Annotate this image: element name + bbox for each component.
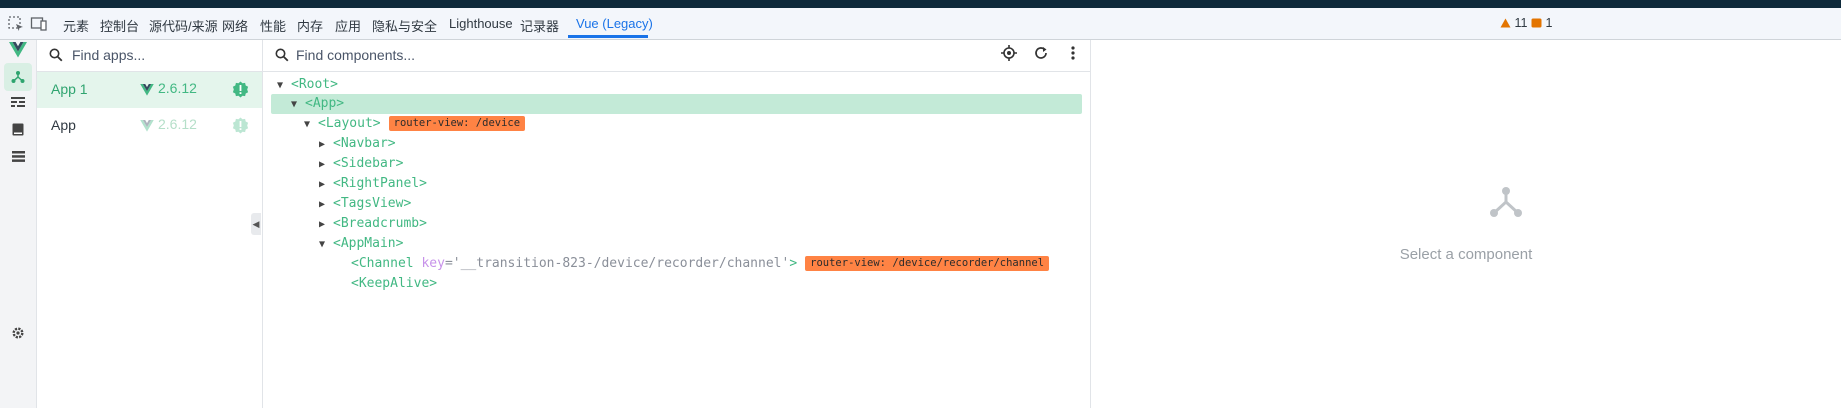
tab-network[interactable]: 网络: [222, 16, 248, 35]
app-version: 2.6.12: [158, 80, 197, 96]
component-label: <KeepAlive>: [351, 276, 438, 291]
app-name: App: [51, 117, 76, 133]
device-toolbar-icon[interactable]: [30, 15, 48, 33]
apps-search-placeholder: Find apps...: [72, 47, 146, 63]
expand-arrow-icon[interactable]: ▶: [319, 135, 333, 155]
component-label: <AppMain>: [333, 236, 404, 251]
components-tree-icon[interactable]: [8, 67, 28, 87]
warnings-count: 11: [1514, 16, 1528, 30]
apps-panel: Find apps... App 1 2.6.12 App 2.6.12: [37, 40, 263, 408]
components-panel: Find components... ▼ <Root> ▼ <App> ▼ <Layo…: [263, 40, 1091, 408]
tree-node-appmain[interactable]: ▼ <AppMain>: [319, 234, 403, 254]
tag-close: >: [789, 256, 798, 271]
search-icon: [49, 48, 63, 67]
component-label: <TagsView>: [333, 196, 412, 211]
timeline-icon[interactable]: [8, 93, 28, 113]
tree-node-channel[interactable]: <Channel key='__transition-823-/device/r…: [351, 254, 1050, 274]
app-list-item[interactable]: App 1 2.6.12: [37, 72, 262, 108]
empty-inspector-message: Select a component: [1399, 246, 1533, 263]
select-component-target-icon[interactable]: [1000, 44, 1018, 62]
vue-logo-icon: [8, 40, 28, 60]
tree-node-sidebar[interactable]: ▶ <Sidebar>: [319, 154, 403, 174]
app-version: 2.6.12: [158, 116, 197, 132]
component-label: <Channel: [351, 256, 414, 271]
search-icon: [275, 48, 289, 67]
warning-icon: [1500, 18, 1511, 28]
inspector-panel: Select a component: [1091, 40, 1841, 408]
active-tab-indicator: [568, 35, 648, 38]
component-label: <App>: [305, 96, 345, 111]
devtools-tabbar: 元素 控制台 源代码/来源 网络 性能 内存 应用 隐私与安全 Lighthou…: [0, 8, 1841, 40]
expand-arrow-icon[interactable]: ▼: [277, 76, 291, 96]
tab-lighthouse[interactable]: Lighthouse: [449, 16, 513, 31]
tab-recorder[interactable]: 记录器: [520, 16, 559, 35]
warnings-counter[interactable]: 11: [1500, 16, 1527, 30]
apps-search[interactable]: Find apps...: [37, 40, 262, 72]
tab-memory[interactable]: 内存: [297, 16, 323, 35]
inspect-element-icon[interactable]: [7, 15, 25, 33]
errors-count: 1: [1545, 16, 1553, 30]
refresh-icon[interactable]: [1032, 44, 1050, 62]
tab-vue-legacy[interactable]: Vue (Legacy): [576, 16, 653, 31]
tab-application[interactable]: 应用: [335, 16, 361, 35]
router-view-badge: router-view: /device/recorder/channel: [805, 256, 1050, 271]
tree-node-root[interactable]: ▼ <Root>: [277, 75, 338, 95]
alert-badge-icon: [232, 81, 249, 103]
attr-key: key: [421, 256, 445, 271]
tree-node-rightpanel[interactable]: ▶ <RightPanel>: [319, 174, 427, 194]
expand-arrow-icon[interactable]: ▶: [319, 175, 333, 195]
tab-console[interactable]: 控制台: [100, 16, 139, 35]
expand-arrow-icon[interactable]: ▼: [319, 235, 333, 255]
vue-logo-icon: [140, 83, 154, 101]
vue-logo-icon: [140, 119, 154, 137]
component-label: <RightPanel>: [333, 176, 427, 191]
list-icon[interactable]: [8, 146, 28, 166]
app-name: App 1: [51, 81, 88, 97]
book-icon[interactable]: [8, 119, 28, 139]
expand-arrow-icon[interactable]: ▶: [319, 215, 333, 235]
app-list-item[interactable]: App 2.6.12: [37, 108, 262, 144]
tree-node-app[interactable]: ▼ <App>: [271, 94, 1082, 114]
component-label: <Root>: [291, 77, 338, 92]
router-view-badge: router-view: /device: [388, 116, 526, 131]
component-label: <Layout>: [318, 116, 381, 131]
tab-privacy-security[interactable]: 隐私与安全: [372, 16, 437, 35]
collapse-apps-panel-handle[interactable]: ◀: [251, 213, 261, 235]
attr-value: ='__transition-823-/device/recorder/chan…: [444, 256, 790, 271]
tree-node-navbar[interactable]: ▶ <Navbar>: [319, 134, 396, 154]
expand-arrow-icon[interactable]: ▼: [291, 95, 305, 115]
component-label: <Breadcrumb>: [333, 216, 427, 231]
tree-node-keepalive[interactable]: <KeepAlive>: [351, 274, 437, 294]
more-options-icon[interactable]: [1064, 44, 1082, 62]
tree-node-breadcrumb[interactable]: ▶ <Breadcrumb>: [319, 214, 427, 234]
tree-node-layout[interactable]: ▼ <Layout> router-view: /device: [304, 114, 526, 135]
expand-arrow-icon[interactable]: ▶: [319, 195, 333, 215]
components-search[interactable]: Find components...: [263, 40, 1090, 72]
components-search-placeholder: Find components...: [296, 47, 416, 63]
expand-arrow-icon[interactable]: ▼: [304, 115, 318, 135]
errors-counter[interactable]: 1: [1531, 16, 1552, 30]
component-label: <Navbar>: [333, 136, 396, 151]
tab-performance[interactable]: 性能: [260, 16, 286, 35]
tab-elements[interactable]: 元素: [63, 16, 89, 35]
component-label: <Sidebar>: [333, 156, 404, 171]
component-tree-icon: [1489, 185, 1523, 224]
alert-badge-icon: [232, 117, 249, 139]
tree-node-tagsview[interactable]: ▶ <TagsView>: [319, 194, 411, 214]
error-icon: [1531, 18, 1542, 28]
expand-arrow-icon[interactable]: ▶: [319, 155, 333, 175]
vue-sidebar-rail: [0, 40, 37, 408]
tab-sources[interactable]: 源代码/来源: [149, 16, 218, 35]
browser-title-strip: [0, 0, 1841, 8]
settings-gear-icon[interactable]: [8, 323, 28, 343]
